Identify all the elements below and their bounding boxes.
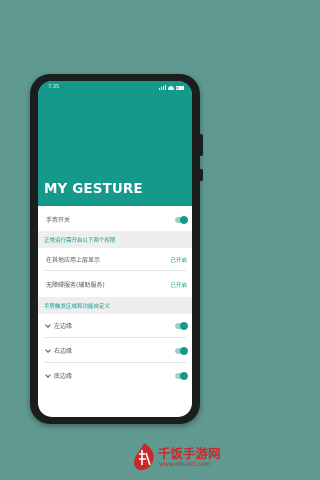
battery-icon [176,85,184,90]
watermark: 千饭手游网 www.eduext.com [131,439,229,479]
chevron-down-icon[interactable] [45,346,51,353]
chevron-down-icon[interactable] [45,321,51,328]
app-header: 7:35 MY GESTURE [38,81,192,206]
edge-row-right[interactable]: 右边缘 [38,342,192,359]
gesture-area-section-header: 手势触发区域和功能自定义 [38,297,192,314]
volume-button [200,134,203,156]
app-screen: 7:35 MY GESTURE 手势开关 正常运行需开启以下两个权限 在其他应用… [38,81,192,417]
watermark-url: www.eduext.com [159,461,211,468]
accessibility-permission-label: 无障碍服务(辅助服务) [46,282,105,289]
overlay-permission-row[interactable]: 在其他应用上层显示 已开启 [38,251,192,268]
divider [44,337,186,338]
status-icons [158,85,184,90]
edge-row-bottom[interactable]: 底边缘 [38,367,192,384]
status-bar: 7:35 [38,81,192,93]
gesture-switch-toggle[interactable] [175,215,188,224]
accessibility-permission-status: 已开启 [170,282,187,289]
divider [44,362,186,363]
edge-row-left[interactable]: 左边缘 [38,317,192,334]
gesture-area-section-title: 手势触发区域和功能自定义 [44,303,111,310]
edge-label: 左边缘 [54,323,73,330]
edge-toggle-left[interactable] [175,321,188,330]
phone-frame: 7:35 MY GESTURE 手势开关 正常运行需开启以下两个权限 在其他应用… [30,74,203,424]
power-button [200,169,203,181]
edge-toggle-right[interactable] [175,346,188,355]
signal-icon [158,85,166,90]
overlay-permission-label: 在其他应用上层显示 [46,257,101,264]
overlay-permission-status: 已开启 [170,257,187,264]
permissions-section-title: 正常运行需开启以下两个权限 [44,237,116,244]
watermark-logo-icon [131,441,157,473]
permissions-section-header: 正常运行需开启以下两个权限 [38,231,192,248]
divider [44,270,186,271]
status-time: 7:35 [48,84,60,90]
app-title: MY GESTURE [44,181,143,197]
wifi-icon [168,85,174,90]
gesture-switch-label: 手势开关 [46,217,71,224]
edge-label: 右边缘 [54,348,73,355]
accessibility-permission-row[interactable]: 无障碍服务(辅助服务) 已开启 [38,276,192,293]
edge-label: 底边缘 [54,373,73,380]
gesture-switch-row[interactable]: 手势开关 [38,211,192,228]
edge-toggle-bottom[interactable] [175,371,188,380]
chevron-down-icon[interactable] [45,371,51,378]
watermark-text: 千饭手游网 [158,446,221,461]
